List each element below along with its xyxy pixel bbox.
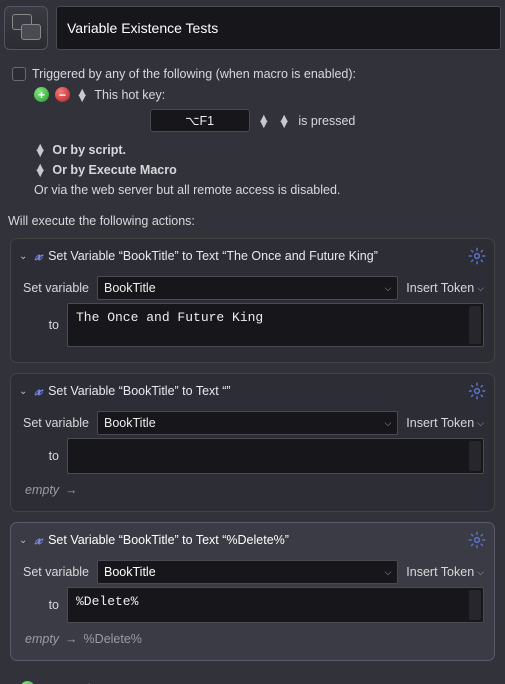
action-title: Set Variable “BookTitle” to Text “” [48,384,230,398]
disclosure-chevron-icon[interactable]: ⌄ [19,386,29,397]
trigger-type-stepper[interactable]: ▲▼ [76,89,88,101]
hotkey-mode-stepper[interactable]: ▲▼ [278,115,290,127]
scrollbar[interactable] [469,441,481,471]
disclosure-chevron-icon[interactable]: ⌄ [19,535,29,546]
or-by-execute-macro-label: Or by Execute Macro [52,163,176,177]
action-title: Set Variable “BookTitle” to Text “%Delet… [48,533,289,547]
chevron-down-icon[interactable]: ⌵ [384,567,391,578]
empty-label: empty [25,483,59,497]
chevron-down-icon[interactable]: ⌵ [384,418,391,429]
triggered-checkbox[interactable] [12,67,26,81]
to-label: to [21,449,59,463]
result-value: %Delete% [84,632,142,646]
variable-name-field[interactable]: BookTitle⌵ [97,411,398,435]
chevron-down-icon: ⌵ [477,567,484,578]
macro-title-field[interactable]: Variable Existence Tests [56,6,501,50]
chevron-down-icon: ⌵ [477,418,484,429]
to-label: to [21,318,59,332]
arrow-icon: → [65,483,78,497]
hotkey-label: This hot key: [94,88,165,102]
value-textarea[interactable]: %Delete% [67,587,484,623]
execute-macro-stepper[interactable]: ▲▼ [34,164,46,176]
or-by-script-label: Or by script. [52,143,126,157]
gear-icon[interactable] [468,247,486,265]
hotkey-field[interactable]: ⌥F1 [150,109,250,132]
chevron-down-icon[interactable]: ⌵ [384,283,391,294]
insert-token-button[interactable]: Insert Token ⌵ [406,565,484,579]
to-label: to [21,598,59,612]
value-textarea[interactable]: The Once and Future King [67,303,484,347]
insert-token-button[interactable]: Insert Token ⌵ [406,281,484,295]
gear-icon[interactable] [468,531,486,549]
insert-token-button[interactable]: Insert Token ⌵ [406,416,484,430]
variable-name-field[interactable]: BookTitle⌵ [97,276,398,300]
action-card[interactable]: ⌄ 𝓍 Set Variable “BookTitle” to Text “” … [10,373,495,512]
triggered-label: Triggered by any of the following (when … [32,67,356,81]
macro-icon [4,6,48,50]
hotkey-mode-label: is pressed [298,114,355,128]
set-variable-label: Set variable [21,416,89,430]
set-variable-label: Set variable [21,565,89,579]
add-trigger-button[interactable]: + [34,87,49,102]
scrollbar[interactable] [469,306,481,344]
variable-x-icon: 𝓍 [35,382,42,400]
disclosure-chevron-icon[interactable]: ⌄ [19,251,29,262]
variable-x-icon: 𝓍 [35,247,42,265]
action-result-footer: empty → [21,477,484,499]
variable-name-field[interactable]: BookTitle⌵ [97,560,398,584]
actions-header: Will execute the following actions: [4,204,501,234]
action-result-footer: empty → %Delete% [21,626,484,648]
remove-trigger-button[interactable]: − [55,87,70,102]
gear-icon[interactable] [468,382,486,400]
scrollbar[interactable] [469,590,481,620]
empty-label: empty [25,632,59,646]
action-title: Set Variable “BookTitle” to Text “The On… [48,249,378,263]
script-stepper[interactable]: ▲▼ [34,144,46,156]
or-via-web-label: Or via the web server but all remote acc… [34,183,340,197]
hotkey-picker-chevron[interactable]: ▲▼ [258,115,270,127]
variable-x-icon: 𝓍 [35,531,42,549]
set-variable-label: Set variable [21,281,89,295]
chevron-down-icon: ⌵ [477,283,484,294]
value-textarea[interactable] [67,438,484,474]
arrow-icon: → [65,632,78,646]
action-card[interactable]: ⌄ 𝓍 Set Variable “BookTitle” to Text “%D… [10,522,495,661]
action-card[interactable]: ⌄ 𝓍 Set Variable “BookTitle” to Text “Th… [10,238,495,363]
